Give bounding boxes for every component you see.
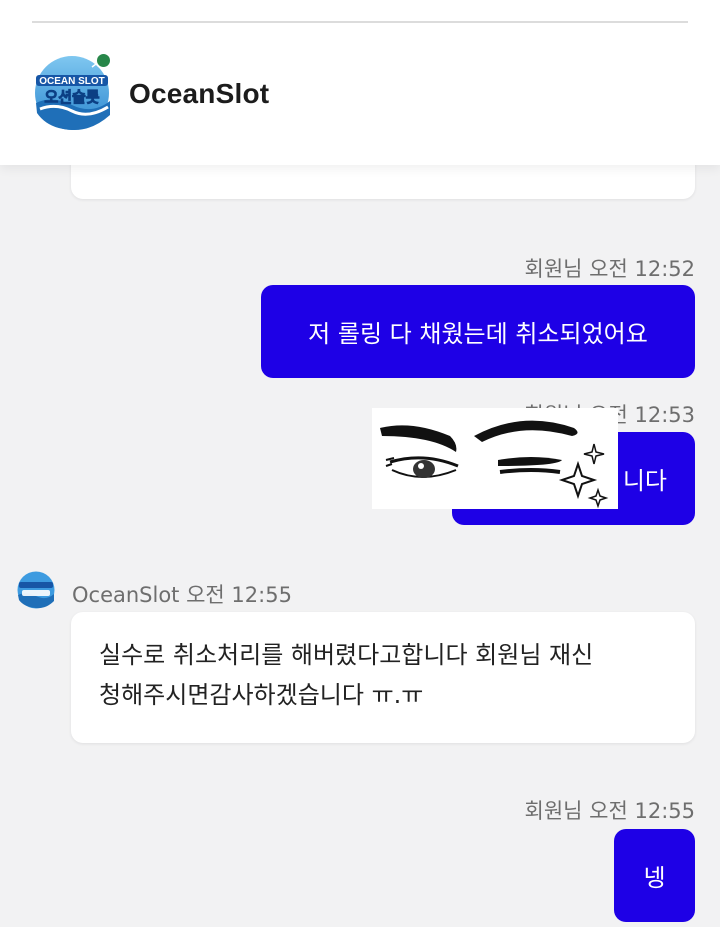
message-text-line: 청해주시면감사하겠습니다 ㅠ.ㅠ bbox=[99, 681, 424, 709]
message-text: 니다 bbox=[622, 467, 667, 495]
message-meta: 회원님 오전 12:55 bbox=[524, 799, 696, 823]
user-message-bubble[interactable]: 저 롤링 다 채웠는데 취소되었어요 bbox=[261, 285, 695, 378]
user-message-bubble[interactable]: 넹 bbox=[614, 829, 695, 922]
chat-partner-name: OceanSlot bbox=[129, 78, 270, 109]
bot-message-bubble[interactable]: 실수로 취소처리를 해버렸다고합니다 회원님 재신 청해주시면감사하겠습니다 ㅠ… bbox=[71, 612, 695, 743]
logo-text-top: OCEAN SLOT bbox=[39, 76, 105, 87]
message-meta: 회원님 오전 12:52 bbox=[524, 257, 696, 281]
winking-eyes-sticker bbox=[372, 408, 618, 509]
header-divider bbox=[32, 21, 688, 23]
message-text-line: 실수로 취소처리를 해버렸다고합니다 회원님 재신 bbox=[99, 641, 594, 669]
online-status-icon bbox=[95, 52, 112, 69]
chat-screen: OCEAN SLOT 오션슬롯 OceanSlot 회원님 오전 12:52 저… bbox=[0, 0, 720, 927]
message-text: 넹 bbox=[643, 864, 666, 892]
chat-header: OCEAN SLOT 오션슬롯 OceanSlot bbox=[0, 0, 720, 165]
message-meta: OceanSlot 오전 12:55 bbox=[72, 583, 292, 607]
logo-text-bottom: 오션슬롯 bbox=[44, 88, 99, 106]
oceanslot-avatar[interactable] bbox=[16, 571, 56, 609]
message-text: 저 롤링 다 채웠는데 취소되었어요 bbox=[308, 320, 648, 348]
